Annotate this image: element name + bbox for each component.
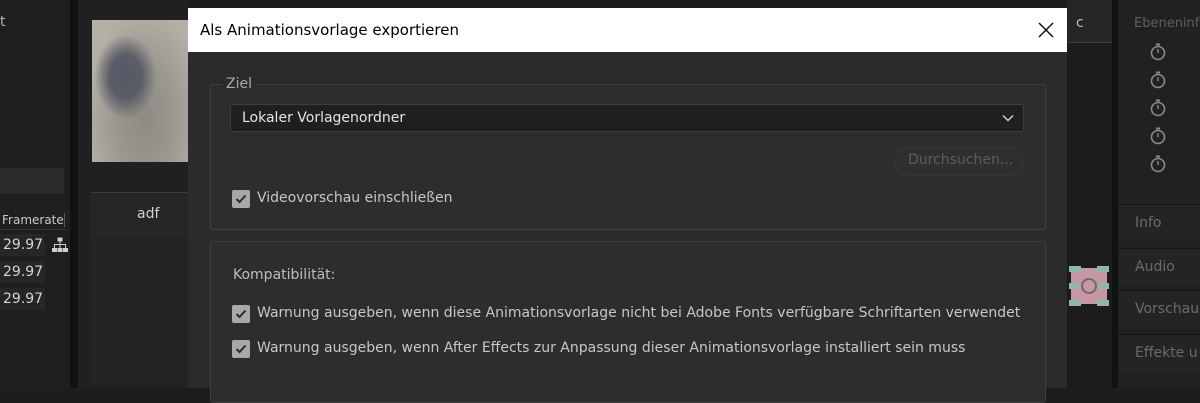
viewer-tab-strip — [1067, 0, 1112, 43]
framerate-cell[interactable]: 29.97 — [0, 261, 45, 283]
left-panel-bar — [0, 168, 64, 194]
warn-fonts-label[interactable]: Warnung ausgeben, wenn diese Animationsv… — [257, 305, 1020, 321]
left-panel-title-fragment: t — [0, 14, 6, 30]
panel-section-label[interactable]: Info — [1135, 215, 1162, 231]
stopwatch-icon[interactable] — [1149, 99, 1167, 117]
check-icon — [235, 344, 247, 354]
check-icon — [235, 309, 247, 319]
left-panel — [0, 0, 70, 388]
destination-legend: Ziel — [222, 76, 256, 92]
move-cursor-icon — [1069, 266, 1109, 306]
stopwatch-icon[interactable] — [1149, 155, 1167, 173]
footage-thumbnail — [92, 20, 188, 162]
framerate-cell[interactable]: 29.97 — [0, 288, 45, 310]
dialog-title: Als Animationsvorlage exportieren — [200, 21, 459, 39]
compatibility-group — [210, 241, 1046, 403]
include-video-preview-checkbox[interactable] — [232, 190, 250, 208]
panel-divider[interactable] — [70, 0, 78, 388]
viewer-edge — [1067, 0, 1112, 388]
panel-section-label[interactable]: Audio — [1135, 259, 1175, 275]
compatibility-heading: Kompatibilität: — [233, 267, 336, 283]
browse-button-label: Durchsuchen... — [908, 152, 1014, 168]
include-video-preview-label[interactable]: Videovorschau einschließen — [257, 190, 453, 206]
layer-info-title: Ebeneninf — [1134, 16, 1200, 31]
stopwatch-icon[interactable] — [1149, 127, 1167, 145]
stopwatch-icon[interactable] — [1149, 43, 1167, 61]
viewer-tab-fragment[interactable]: c — [1076, 15, 1084, 31]
chevron-down-icon[interactable] — [1001, 111, 1015, 125]
warn-after-effects-checkbox[interactable] — [232, 340, 250, 358]
warn-fonts-checkbox[interactable] — [232, 305, 250, 323]
framerate-cell[interactable]: 29.97 — [0, 234, 45, 256]
composition-tab-label[interactable]: adf — [137, 206, 159, 222]
panel-section-label[interactable]: Effekte u — [1135, 345, 1198, 361]
hierarchy-icon[interactable] — [52, 237, 68, 253]
destination-dropdown-value[interactable]: Lokaler Vorlagenordner — [242, 110, 405, 126]
panel-section-label[interactable]: Vorschau — [1135, 301, 1199, 317]
timeline-area — [90, 238, 188, 388]
close-icon — [1038, 22, 1054, 38]
warn-after-effects-label[interactable]: Warnung ausgeben, wenn After Effects zur… — [257, 340, 965, 356]
framerate-column-header[interactable]: Framerate — [0, 211, 66, 230]
close-button[interactable] — [1028, 12, 1064, 48]
stopwatch-icon[interactable] — [1149, 71, 1167, 89]
check-icon — [235, 194, 247, 204]
